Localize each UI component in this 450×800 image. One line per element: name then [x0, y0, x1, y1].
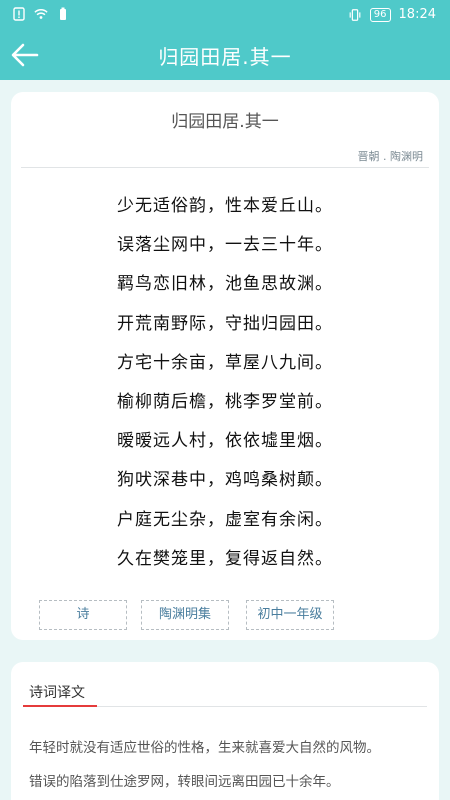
- poem-title: 归园田居.其一: [171, 112, 279, 132]
- section-title-underline: [23, 705, 97, 707]
- poem-line: 羁鸟恋旧林，池鱼思故渊。: [117, 274, 333, 295]
- poem-card: 归园田居.其一 晋朝 . 陶渊明 少无适俗韵，性本爱丘山。 误落尘网中，一去三十…: [11, 92, 439, 640]
- poem-lines: 少无适俗韵，性本爱丘山。 误落尘网中，一去三十年。 羁鸟恋旧林，池鱼思故渊。 开…: [11, 191, 439, 583]
- divider: [21, 167, 429, 168]
- tag-collection[interactable]: 陶渊明集: [141, 600, 229, 630]
- translation-line: 错误的陷落到仕途罗网，转眼间远离田园已十余年。: [29, 774, 340, 790]
- poem-line: 久在樊笼里，复得返自然。: [117, 548, 333, 569]
- translation-card: 诗词译文 年轻时就没有适应世俗的性格，生来就喜爱大自然的风物。 错误的陷落到仕途…: [11, 662, 439, 800]
- tag-grade[interactable]: 初中一年级: [246, 600, 334, 630]
- translation-line: 年轻时就没有适应世俗的性格，生来就喜爱大自然的风物。: [29, 740, 380, 756]
- poem-line: 少无适俗韵，性本爱丘山。: [117, 196, 333, 216]
- battery-saver-icon: [60, 7, 66, 20]
- poem-line: 户庭无尘杂，虚室有余闲。: [117, 509, 333, 530]
- battery-level: 96: [369, 7, 391, 22]
- translation-section-title: 诗词译文: [29, 685, 85, 701]
- tag-genre[interactable]: 诗: [39, 600, 127, 630]
- clock: 18:24: [398, 7, 436, 22]
- sim-alert-icon: [13, 7, 25, 21]
- poem-line: 榆柳荫后檐，桃李罗堂前。: [117, 391, 333, 412]
- poem-line: 开荒南野际，守拙归园田。: [117, 313, 333, 334]
- app-bar: 归园田居.其一: [0, 30, 450, 80]
- poem-author: 晋朝 . 陶渊明: [357, 150, 424, 163]
- wifi-icon: [34, 9, 48, 19]
- poem-line: 暧暧远人村，依依墟里烟。: [117, 431, 333, 452]
- poem-line: 狗吠深巷中，鸡鸣桑树颠。: [117, 470, 333, 491]
- status-left-icons: [12, 7, 70, 21]
- status-right-icons: 96 18:24: [348, 7, 436, 22]
- status-bar: 96 18:24: [0, 0, 450, 30]
- poem-line: 方宅十余亩，草屋八九间。: [117, 352, 333, 373]
- poem-line: 误落尘网中，一去三十年。: [117, 235, 333, 256]
- app-title: 归园田居.其一: [158, 45, 292, 69]
- vibrate-icon: [349, 8, 361, 21]
